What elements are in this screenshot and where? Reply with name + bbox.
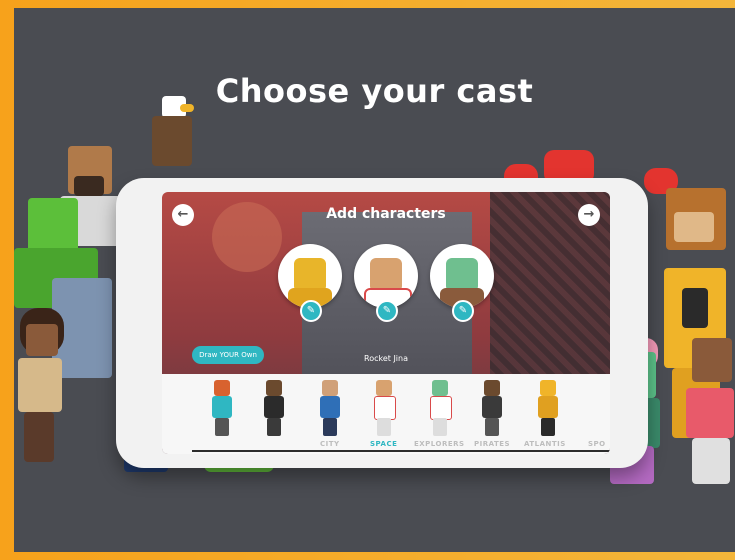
character-thumb[interactable]: [480, 380, 504, 436]
screen-title: Add characters: [326, 206, 446, 222]
page-title: Choose your cast: [215, 72, 534, 110]
tab-pirates[interactable]: PIRATES: [474, 440, 510, 448]
character-thumb[interactable]: [428, 380, 452, 436]
tab-city[interactable]: CITY: [320, 440, 340, 448]
character-thumb[interactable]: [318, 380, 342, 436]
selected-character-1[interactable]: [278, 244, 342, 308]
curly-kid-character: [14, 308, 74, 468]
tab-explorers[interactable]: EXPLORERS: [414, 440, 465, 448]
arrow-right-icon[interactable]: →: [578, 204, 600, 226]
eagle-character: [144, 96, 204, 176]
kid-character: [686, 338, 735, 488]
character-thumb[interactable]: [372, 380, 396, 436]
selected-character-2[interactable]: [354, 244, 418, 308]
tablet-device: ← Add characters → ✎ ✎ ✎ Draw YOUR Own R…: [116, 178, 648, 468]
selected-character-3[interactable]: [430, 244, 494, 308]
character-thumb[interactable]: [262, 380, 286, 436]
edit-icon[interactable]: ✎: [452, 300, 474, 322]
edit-icon[interactable]: ✎: [376, 300, 398, 322]
promo-stage: Choose your cast ← Add characters → ✎ ✎ …: [14, 8, 735, 552]
app-screen: ← Add characters → ✎ ✎ ✎ Draw YOUR Own R…: [162, 192, 610, 454]
character-thumb[interactable]: [210, 380, 234, 436]
tab-space[interactable]: SPACE: [370, 440, 397, 448]
character-thumb[interactable]: [536, 380, 566, 436]
tabs-divider: [192, 450, 610, 452]
selected-character-label: Rocket Jina: [364, 354, 408, 363]
tab-atlantis[interactable]: ATLANTIS: [524, 440, 566, 448]
tab-spo[interactable]: SPO: [588, 440, 606, 448]
edit-icon[interactable]: ✎: [300, 300, 322, 322]
character-shelf: CITY SPACE EXPLORERS PIRATES ATLANTIS SP…: [162, 374, 610, 454]
